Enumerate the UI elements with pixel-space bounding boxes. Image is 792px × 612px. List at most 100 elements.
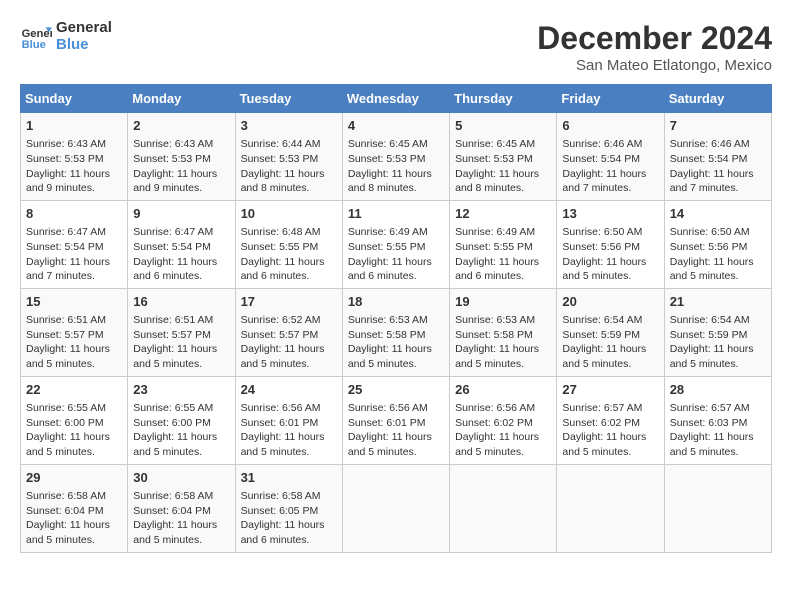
weekday-header-wednesday: Wednesday [342, 85, 449, 113]
day-info-line: Sunrise: 6:52 AM [241, 313, 337, 328]
day-info-line: Sunset: 5:54 PM [133, 240, 229, 255]
day-info-line: Daylight: 11 hours [26, 430, 122, 445]
calendar-cell: 11Sunrise: 6:49 AMSunset: 5:55 PMDayligh… [342, 200, 449, 288]
day-number: 8 [26, 205, 122, 223]
day-info-line: Sunrise: 6:45 AM [455, 137, 551, 152]
day-number: 27 [562, 381, 658, 399]
day-number: 12 [455, 205, 551, 223]
day-info-line: and 5 minutes. [670, 445, 766, 460]
calendar-cell: 4Sunrise: 6:45 AMSunset: 5:53 PMDaylight… [342, 113, 449, 201]
day-info-line: Sunrise: 6:55 AM [26, 401, 122, 416]
day-number: 9 [133, 205, 229, 223]
location-subtitle: San Mateo Etlatongo, Mexico [537, 57, 772, 74]
day-info-line: Daylight: 11 hours [26, 518, 122, 533]
day-info-line: Daylight: 11 hours [455, 342, 551, 357]
calendar-cell: 31Sunrise: 6:58 AMSunset: 6:05 PMDayligh… [235, 464, 342, 552]
day-number: 22 [26, 381, 122, 399]
calendar-cell [557, 464, 664, 552]
calendar-cell: 6Sunrise: 6:46 AMSunset: 5:54 PMDaylight… [557, 113, 664, 201]
day-number: 3 [241, 117, 337, 135]
day-info-line: and 5 minutes. [26, 533, 122, 548]
day-info-line: and 6 minutes. [241, 269, 337, 284]
day-info-line: and 9 minutes. [26, 181, 122, 196]
day-info-line: Sunrise: 6:56 AM [455, 401, 551, 416]
calendar-cell: 24Sunrise: 6:56 AMSunset: 6:01 PMDayligh… [235, 376, 342, 464]
day-info-line: Sunset: 5:57 PM [26, 328, 122, 343]
day-info-line: and 5 minutes. [562, 357, 658, 372]
day-info-line: Daylight: 11 hours [241, 430, 337, 445]
day-number: 5 [455, 117, 551, 135]
day-info-line: and 5 minutes. [26, 357, 122, 372]
weekday-header-thursday: Thursday [450, 85, 557, 113]
calendar-cell: 28Sunrise: 6:57 AMSunset: 6:03 PMDayligh… [664, 376, 771, 464]
day-info-line: Daylight: 11 hours [455, 255, 551, 270]
calendar-cell: 23Sunrise: 6:55 AMSunset: 6:00 PMDayligh… [128, 376, 235, 464]
calendar-cell [342, 464, 449, 552]
day-info-line: Daylight: 11 hours [26, 167, 122, 182]
calendar-cell: 25Sunrise: 6:56 AMSunset: 6:01 PMDayligh… [342, 376, 449, 464]
day-info-line: Sunset: 5:53 PM [26, 152, 122, 167]
day-info-line: and 8 minutes. [241, 181, 337, 196]
day-info-line: Daylight: 11 hours [562, 255, 658, 270]
logo-icon: General Blue [20, 21, 52, 53]
day-info-line: Daylight: 11 hours [562, 167, 658, 182]
day-info-line: Sunrise: 6:47 AM [133, 225, 229, 240]
calendar-cell: 3Sunrise: 6:44 AMSunset: 5:53 PMDaylight… [235, 113, 342, 201]
day-info-line: and 8 minutes. [455, 181, 551, 196]
day-info-line: Daylight: 11 hours [241, 255, 337, 270]
day-number: 17 [241, 293, 337, 311]
day-info-line: Sunset: 5:53 PM [133, 152, 229, 167]
logo-line2: Blue [56, 37, 112, 54]
day-info-line: and 5 minutes. [241, 357, 337, 372]
day-info-line: Daylight: 11 hours [133, 167, 229, 182]
calendar-cell: 9Sunrise: 6:47 AMSunset: 5:54 PMDaylight… [128, 200, 235, 288]
calendar-cell: 10Sunrise: 6:48 AMSunset: 5:55 PMDayligh… [235, 200, 342, 288]
calendar-week-row: 1Sunrise: 6:43 AMSunset: 5:53 PMDaylight… [21, 113, 772, 201]
calendar-cell: 12 Sunrise: 6:49 AMSunset: 5:55 PMDayligh… [450, 200, 557, 288]
day-info-line: and 7 minutes. [26, 269, 122, 284]
day-info-line: Sunset: 6:02 PM [562, 416, 658, 431]
day-info-line: and 9 minutes. [133, 181, 229, 196]
calendar-cell: 1 Sunrise: 6:43 AMSunset: 5:53 PMDaylight… [21, 113, 128, 201]
day-number: 7 [670, 117, 766, 135]
day-info-line: and 7 minutes. [670, 181, 766, 196]
day-info-line: Sunset: 5:55 PM [455, 240, 551, 255]
day-info-line: Daylight: 11 hours [455, 430, 551, 445]
day-info-line: and 6 minutes. [455, 269, 551, 284]
day-info-line: and 5 minutes. [562, 445, 658, 460]
day-number: 1 [26, 117, 122, 135]
day-number: 18 [348, 293, 444, 311]
day-info-line: Sunset: 5:54 PM [26, 240, 122, 255]
day-info-line: Sunset: 5:55 PM [348, 240, 444, 255]
day-number: 28 [670, 381, 766, 399]
weekday-header-friday: Friday [557, 85, 664, 113]
day-info-line: Daylight: 11 hours [348, 167, 444, 182]
day-info-line: Sunrise: 6:57 AM [562, 401, 658, 416]
day-info-line: Sunrise: 6:53 AM [455, 313, 551, 328]
day-number: 10 [241, 205, 337, 223]
day-info-line: and 5 minutes. [455, 357, 551, 372]
logo-line1: General [56, 20, 112, 37]
day-info-line: Sunrise: 6:50 AM [562, 225, 658, 240]
day-info-line: Daylight: 11 hours [241, 167, 337, 182]
calendar-week-row: 29Sunrise: 6:58 AMSunset: 6:04 PMDayligh… [21, 464, 772, 552]
calendar-cell: 19Sunrise: 6:53 AMSunset: 5:58 PMDayligh… [450, 288, 557, 376]
day-info-line: Sunrise: 6:43 AM [26, 137, 122, 152]
calendar-cell: 2Sunrise: 6:43 AMSunset: 5:53 PMDaylight… [128, 113, 235, 201]
day-info-line: Sunset: 6:05 PM [241, 504, 337, 519]
calendar-cell: 20Sunrise: 6:54 AMSunset: 5:59 PMDayligh… [557, 288, 664, 376]
day-info-line: Sunrise: 6:58 AM [133, 489, 229, 504]
day-info-line: Daylight: 11 hours [670, 167, 766, 182]
day-info-line: Sunset: 6:01 PM [241, 416, 337, 431]
day-number: 31 [241, 469, 337, 487]
day-info-line: Daylight: 11 hours [133, 342, 229, 357]
calendar-cell: 7Sunrise: 6:46 AMSunset: 5:54 PMDaylight… [664, 113, 771, 201]
day-info-line: Daylight: 11 hours [348, 430, 444, 445]
day-info-line: Daylight: 11 hours [670, 342, 766, 357]
day-number: 19 [455, 293, 551, 311]
day-info-line: Sunrise: 6:49 AM [455, 225, 551, 240]
calendar-cell: 16Sunrise: 6:51 AMSunset: 5:57 PMDayligh… [128, 288, 235, 376]
day-number: 29 [26, 469, 122, 487]
weekday-header-saturday: Saturday [664, 85, 771, 113]
day-info-line: Daylight: 11 hours [348, 255, 444, 270]
